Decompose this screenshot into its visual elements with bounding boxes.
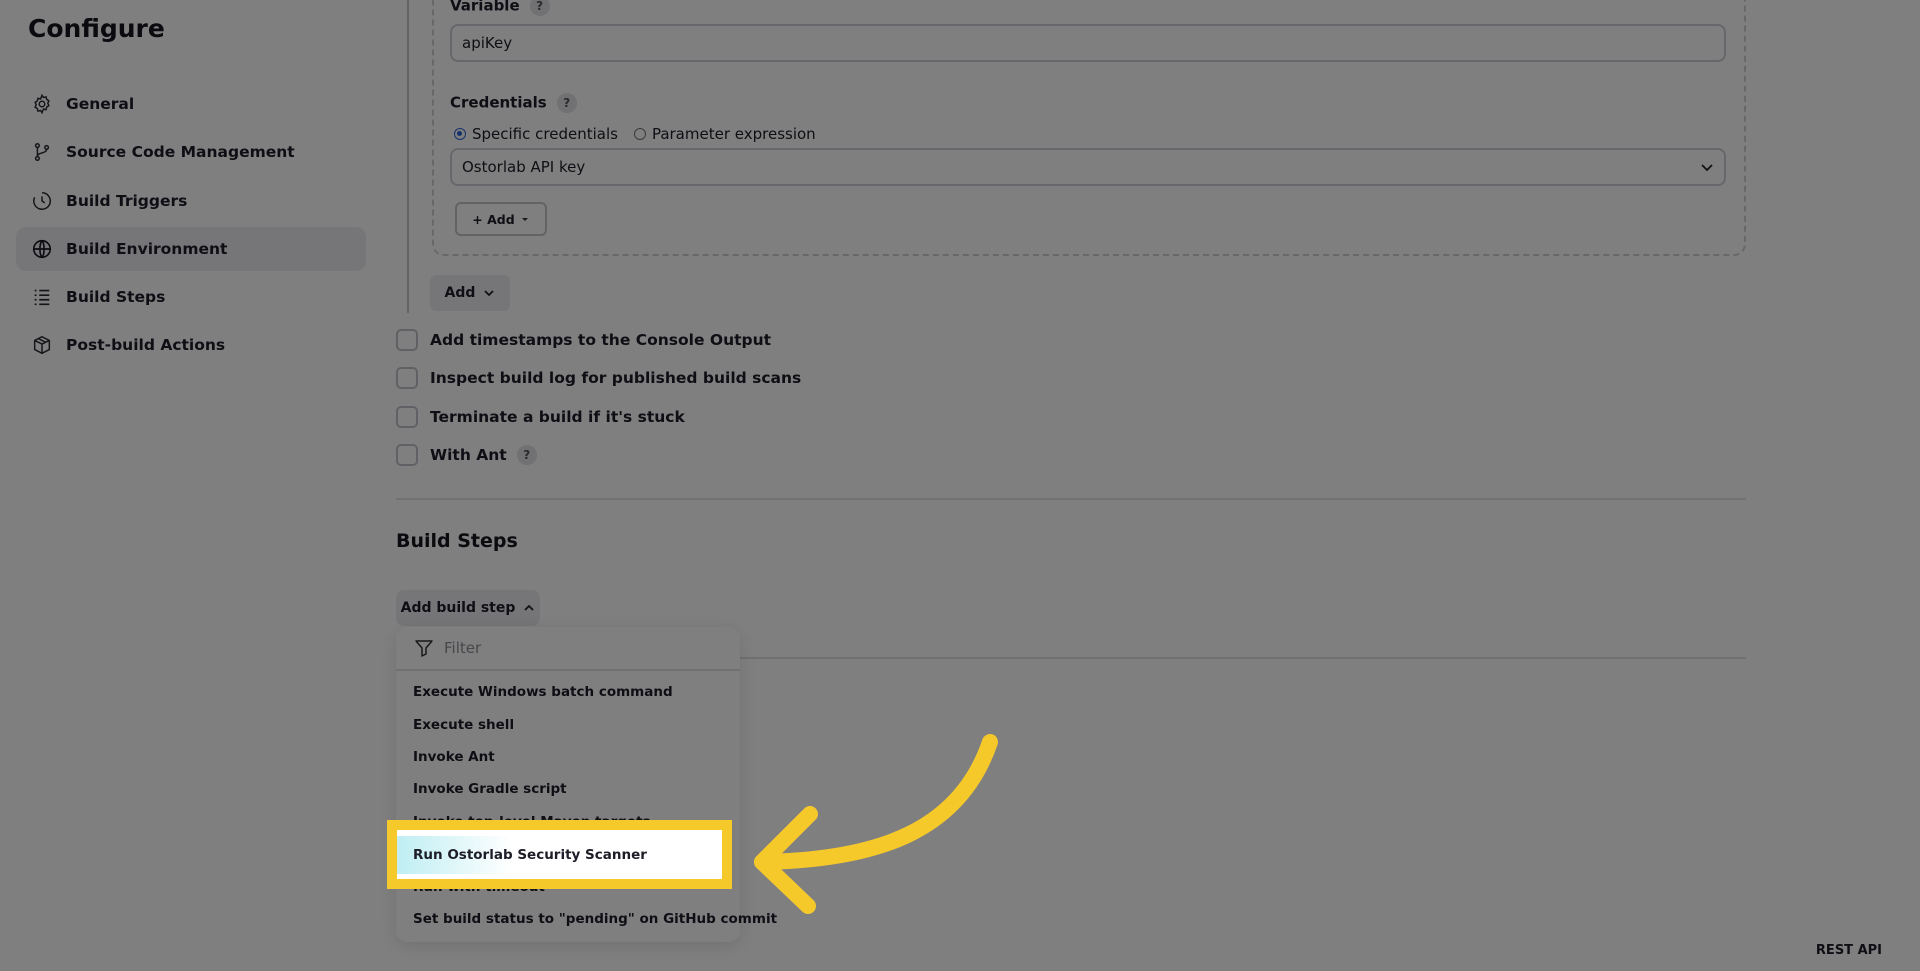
menu-item-run-ostorlab-scanner[interactable]: Run Ostorlab Security Scanner (397, 836, 722, 874)
credentials-label: Credentials? (450, 93, 577, 113)
menu-item-invoke-gradle[interactable]: Invoke Gradle script (413, 781, 567, 797)
sidebar-item-build-environment[interactable]: Build Environment (16, 227, 366, 271)
sidebar-item-label: Build Triggers (66, 192, 188, 210)
variable-label: Variable? (450, 0, 550, 16)
sidebar-item-post-build-actions[interactable]: Post-build Actions (16, 323, 366, 367)
add-binding-button[interactable]: Add (430, 275, 510, 311)
sidebar-item-label: Build Steps (66, 288, 166, 306)
sidebar-item-build-steps[interactable]: Build Steps (16, 275, 366, 319)
chevron-up-icon (524, 604, 535, 611)
package-icon (30, 333, 54, 357)
list-icon (30, 285, 54, 309)
git-branch-icon (30, 140, 54, 164)
add-label: Add (444, 285, 476, 301)
specific-credentials-label: Specific credentials (472, 125, 618, 143)
sidebar-item-label: General (66, 95, 135, 113)
credentials-select[interactable]: Ostorlab API key (450, 148, 1726, 186)
sidebar-item-source-code-management[interactable]: Source Code Management (16, 130, 366, 174)
inspect-build-log-option[interactable]: Inspect build log for published build sc… (396, 367, 801, 389)
chevron-down-icon (484, 290, 495, 297)
menu-item-windows-batch[interactable]: Execute Windows batch command (413, 684, 673, 700)
filter-input[interactable] (442, 638, 706, 658)
with-ant-option[interactable]: With Ant ? (396, 444, 537, 466)
checkbox-label: Add timestamps to the Console Output (430, 331, 772, 349)
specific-credentials-radio[interactable] (454, 128, 466, 140)
credentials-type: Specific credentials Parameter expressio… (454, 125, 816, 143)
checkbox-label: Inspect build log for published build sc… (430, 369, 802, 387)
gear-icon (30, 92, 54, 116)
help-icon[interactable]: ? (529, 0, 550, 16)
section-divider (740, 657, 1746, 659)
sidebar-item-label: Source Code Management (66, 143, 295, 161)
build-steps-title: Build Steps (396, 530, 518, 552)
help-icon[interactable]: ? (516, 445, 537, 465)
add-build-step-menu: Execute Windows batch command Execute sh… (396, 627, 777, 942)
page-title: Configure (28, 14, 165, 43)
variable-input[interactable]: apiKey (450, 24, 1726, 62)
sidebar-item-general[interactable]: General (16, 82, 366, 126)
add-label: + Add (472, 211, 515, 227)
timestamps-option[interactable]: Add timestamps to the Console Output (396, 329, 771, 351)
highlighted-item-label: Run Ostorlab Security Scanner (413, 847, 647, 863)
parameter-expression-radio[interactable] (633, 128, 646, 140)
menu-item-execute-shell[interactable]: Execute shell (413, 717, 514, 733)
rest-api-link[interactable]: REST API (1816, 943, 1882, 958)
checkbox[interactable] (396, 444, 418, 466)
checkbox-label: Terminate a build if it's stuck (430, 408, 685, 426)
checkbox[interactable] (396, 406, 418, 428)
pointer-arrow-icon (754, 734, 998, 914)
section-indent-line (407, 0, 409, 313)
sidebar-item-label: Post-build Actions (66, 336, 226, 354)
sidebar-item-label: Build Environment (66, 240, 228, 258)
globe-icon (30, 237, 54, 261)
sidebar: Configure General Source Code Management… (0, 0, 380, 971)
filter-bar (396, 627, 740, 671)
sidebar-item-build-triggers[interactable]: Build Triggers (16, 179, 366, 223)
variable-value: apiKey (462, 34, 513, 52)
add-build-step-label: Add build step (400, 600, 516, 616)
section-divider (396, 498, 1746, 500)
checkbox[interactable] (396, 367, 418, 389)
help-icon[interactable]: ? (556, 93, 577, 113)
add-build-step-button[interactable]: Add build step (396, 590, 540, 626)
credentials-add-button[interactable]: + Add (455, 202, 547, 236)
filter-icon (415, 640, 433, 657)
checkbox[interactable] (396, 329, 418, 351)
terminate-stuck-option[interactable]: Terminate a build if it's stuck (396, 406, 685, 428)
parameter-expression-label: Parameter expression (651, 125, 816, 143)
menu-item-github-pending-status[interactable]: Set build status to "pending" on GitHub … (413, 911, 777, 927)
checkbox-label: With Ant (430, 446, 507, 464)
credentials-selected-value: Ostorlab API key (462, 158, 586, 176)
menu-item-invoke-ant[interactable]: Invoke Ant (413, 749, 495, 765)
caret-down-icon (521, 218, 528, 221)
clock-icon (30, 189, 54, 213)
chevron-down-icon (1701, 164, 1713, 172)
